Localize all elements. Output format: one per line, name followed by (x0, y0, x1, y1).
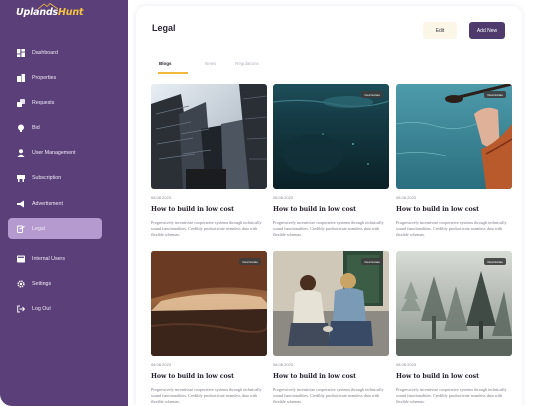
tab-news[interactable]: News (205, 54, 216, 73)
tab-regulations[interactable]: Regulations (235, 54, 259, 73)
properties-icon (17, 73, 25, 82)
sidebar-item-settings[interactable]: Settings (8, 274, 102, 295)
sidebar-item-properties[interactable]: Properties (8, 67, 102, 88)
blog-card-description: Progressively incentivize cooperative sy… (273, 387, 384, 405)
blog-card-title[interactable]: How to build in low cost (396, 206, 512, 213)
sidebar-item-label: Legal (32, 225, 45, 232)
blog-card-date: 08.08.2023 (151, 195, 172, 200)
sidebar-item-label: Dashboard (32, 49, 58, 56)
blog-card-description: Progressively incentivize cooperative sy… (151, 387, 262, 405)
megaphone-icon (17, 200, 25, 208)
blog-card-title[interactable]: How to build in low cost (273, 206, 389, 213)
category-badge: Real Estate (484, 258, 506, 265)
blog-card-image[interactable]: Real Estate (273, 84, 389, 189)
blog-card-date: 08.08.2023 (151, 362, 172, 367)
sidebar-nav: Dashboard Properties Requests Bid User M… (8, 42, 102, 324)
users-icon (17, 149, 25, 158)
blog-card[interactable]: Real Estate 08.08.2023 How to build in l… (396, 251, 512, 405)
sidebar-item-label: Bid (32, 125, 40, 132)
sidebar-item-advertisment[interactable]: Advertisment (8, 193, 102, 214)
blog-card-date: 08.08.2023 (396, 362, 417, 367)
mountain-logo-icon (38, 3, 58, 9)
sidebar-item-legal[interactable]: Legal (8, 218, 102, 240)
blog-card-description: Progressively incentivize cooperative sy… (396, 387, 507, 405)
sidebar-item-label: Properties (32, 74, 57, 81)
category-badge: Real Estate (361, 258, 383, 265)
sidebar-item-bid[interactable]: Bid (8, 118, 102, 139)
sidebar-item-label: Advertisment (32, 200, 63, 207)
add-new-button[interactable]: Add New (469, 22, 505, 39)
bid-icon (17, 124, 25, 133)
sidebar-item-label: Internal Users (32, 256, 65, 262)
blog-card-image[interactable]: Real Estate (396, 251, 512, 356)
sidebar: UplandsHunt Dashboard Properties Request… (0, 0, 128, 406)
sidebar-item-label: User Management (32, 150, 76, 157)
blog-card[interactable]: Real Estate 08.08.2023 How to build in l… (273, 251, 389, 405)
sidebar-item-internal-users[interactable]: Internal Users (8, 249, 102, 270)
blog-card-title[interactable]: How to build in low cost (396, 373, 512, 380)
brand-logo[interactable]: UplandsHunt (16, 3, 83, 19)
sidebar-item-label: Settings (32, 281, 52, 288)
blog-card[interactable]: 08.08.2023 How to build in low cost Prog… (151, 84, 267, 238)
blog-card[interactable]: Real Estate 08.08.2023 How to build in l… (396, 84, 512, 238)
dashboard-icon (17, 48, 25, 57)
blog-card-description: Progressively incentivize cooperative sy… (151, 220, 262, 238)
sidebar-item-label: Log Out (32, 306, 51, 313)
legal-icon (17, 225, 25, 233)
logout-icon (17, 305, 25, 313)
main-panel: Legal Edit Add New Blogs News Regulation… (136, 6, 522, 406)
category-badge: Real Estate (361, 91, 383, 98)
blog-card-description: Progressively incentivize cooperative sy… (273, 220, 384, 238)
blog-card-image[interactable]: Real Estate (151, 251, 267, 356)
blog-card-image[interactable]: Real Estate (273, 251, 389, 356)
blog-card-date: 08.08.2023 (396, 195, 417, 200)
blog-card-date: 08.08.2023 (273, 195, 294, 200)
sidebar-item-requests[interactable]: Requests (8, 92, 102, 113)
blog-card-title[interactable]: How to build in low cost (151, 373, 267, 380)
category-badge: Real Estate (484, 91, 506, 98)
sidebar-item-subscription[interactable]: Subscription (8, 168, 102, 189)
blog-card[interactable]: Real Estate 08.08.2023 How to build in l… (151, 251, 267, 405)
requests-icon (17, 98, 25, 107)
blog-card-title[interactable]: How to build in low cost (151, 206, 267, 213)
gear-icon (17, 280, 25, 288)
blog-card-title[interactable]: How to build in low cost (273, 373, 389, 380)
active-tab-indicator (158, 72, 188, 74)
subscription-icon (17, 174, 25, 183)
sidebar-item-label: Requests (32, 99, 55, 106)
blog-card-date: 08.08.2023 (273, 362, 294, 367)
sidebar-item-label: Subscription (32, 175, 62, 182)
sidebar-item-logout[interactable]: Log Out (8, 299, 102, 320)
page-title: Legal (152, 23, 176, 33)
edit-button[interactable]: Edit (423, 22, 457, 39)
category-badge: Real Estate (239, 258, 261, 265)
blog-card-description: Progressively incentivize cooperative sy… (396, 220, 507, 238)
sidebar-item-user-management[interactable]: User Management (8, 143, 102, 164)
blog-card[interactable]: Real Estate 08.08.2023 How to build in l… (273, 84, 389, 238)
nav-divider (8, 244, 102, 245)
internal-users-icon (17, 255, 25, 263)
sidebar-item-dashboard[interactable]: Dashboard (8, 42, 102, 63)
blog-card-image[interactable] (151, 84, 267, 189)
tab-bar: Blogs News Regulations (152, 54, 512, 74)
tab-blogs[interactable]: Blogs (159, 54, 172, 73)
blog-card-image[interactable]: Real Estate (396, 84, 512, 189)
